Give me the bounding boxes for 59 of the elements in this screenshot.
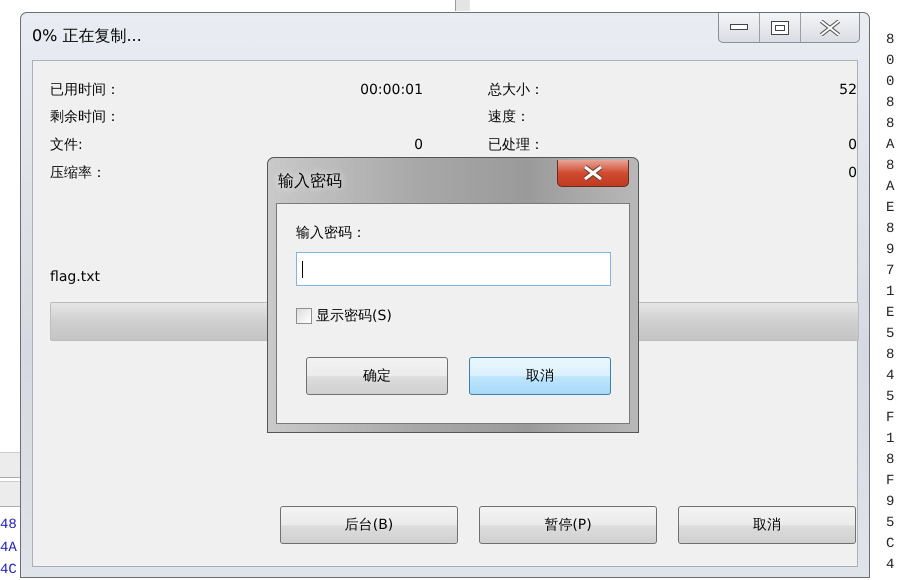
hex-text: F (886, 472, 894, 491)
hex-text: 8 (886, 115, 894, 134)
checkbox[interactable] (296, 308, 312, 324)
hex-text: 8 (886, 157, 894, 176)
window-title: 0% 正在复制... (32, 26, 142, 47)
maximize-icon (771, 20, 789, 34)
hex-text: 9 (886, 241, 894, 260)
hex-text: 4A (0, 538, 17, 558)
stat-label: 压缩率： (50, 164, 106, 182)
dialog-title: 输入密码 (278, 171, 342, 192)
hex-text: 4 (886, 367, 894, 386)
stat-label: 剩余时间： (50, 108, 120, 126)
stat-value: 52 (839, 82, 857, 98)
hex-text: 9 (886, 493, 894, 512)
hex-text: 8 (886, 220, 894, 239)
stat-label: 文件: (50, 136, 83, 154)
close-icon (582, 165, 604, 181)
hex-text: E (886, 304, 894, 323)
hex-text: 4C (0, 561, 17, 580)
dialog-button[interactable]: 取消 (469, 357, 611, 395)
hex-text: 8 (886, 94, 894, 113)
hex-text: 8 (886, 346, 894, 365)
field-label: 输入密码： (296, 224, 367, 242)
action-button[interactable]: 后台(B) (280, 506, 458, 544)
stat-label: 速度： (488, 108, 530, 126)
dialog-button[interactable]: 确定 (306, 357, 448, 395)
hex-text: 8 (886, 451, 894, 470)
hex-text: 5 (886, 388, 894, 407)
stat-label: 已用时间： (50, 80, 120, 99)
action-button[interactable]: 取消 (678, 506, 856, 544)
file-name: flag.txt (50, 269, 101, 286)
stat-label: 已处理： (488, 136, 544, 154)
hex-text: C (886, 535, 894, 554)
hex-text: 7 (886, 262, 894, 281)
hex-text: 48 (0, 516, 17, 535)
hex-text: 0 (886, 52, 894, 71)
close-button[interactable] (557, 160, 629, 187)
minimize-icon (730, 24, 748, 31)
stat-value: 0 (414, 136, 423, 153)
hex-text: A (886, 178, 894, 197)
hex-text: 1 (886, 283, 894, 302)
hex-text: A (886, 136, 894, 155)
action-button[interactable]: 暂停(P) (479, 506, 657, 544)
hex-text: 0 (886, 73, 894, 92)
password-field[interactable] (296, 252, 611, 286)
stat-value: 00:00:01 (360, 82, 423, 98)
stat-value: 0 (848, 136, 857, 153)
close-icon (819, 20, 841, 36)
hex-text: 5 (886, 325, 894, 344)
hex-text: 1 (886, 430, 894, 449)
hex-text: 8 (886, 31, 894, 50)
hex-text: 5 (886, 514, 894, 533)
hex-text: F (886, 409, 894, 428)
checkbox-label: 显示密码(S) (316, 307, 392, 325)
hex-text: E (886, 199, 894, 218)
hex-text: 4 (886, 556, 894, 575)
scrollbar (455, 0, 470, 11)
stat-value: 0 (848, 164, 857, 181)
stat-label: 总大小： (488, 80, 544, 99)
